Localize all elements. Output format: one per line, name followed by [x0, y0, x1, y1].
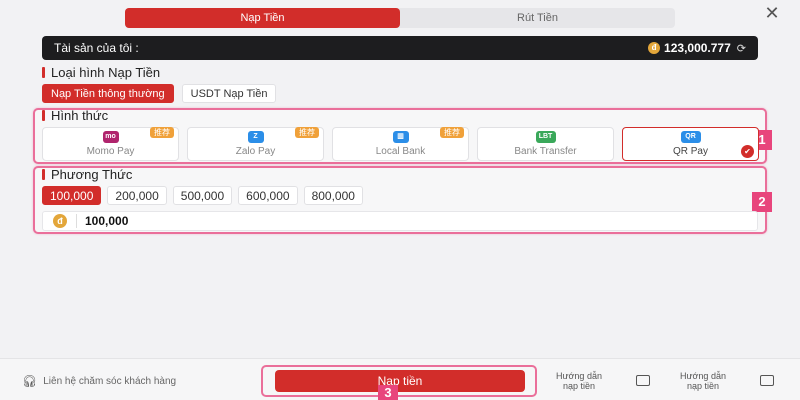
footer-bar: 🎧︎ Liên hệ chăm sóc khách hàng Nạp tiền … — [0, 358, 800, 400]
qr-pay-icon: QR — [680, 131, 701, 143]
amount-title: Phương Thức — [42, 167, 132, 182]
method-bank-transfer[interactable]: LBT Bank Transfer — [477, 127, 614, 161]
method-label: Momo Pay — [86, 146, 135, 157]
deposit-guide-link-2[interactable]: Hướng dẫn nạp tiền — [680, 371, 726, 391]
amount-preset-800000[interactable]: 800,000 — [303, 186, 363, 205]
method-momo-pay[interactable]: mo Momo Pay 推荐 — [42, 127, 179, 161]
assets-label: Tài sản của tôi : — [54, 41, 139, 55]
method-label: Bank Transfer — [514, 146, 577, 157]
recommended-tag: 推荐 — [295, 127, 319, 138]
method-local-bank[interactable]: ▥ Local Bank 推荐 — [332, 127, 469, 161]
support-label: Liên hệ chăm sóc khách hàng — [43, 375, 177, 387]
deposit-type-title: Loại hình Nạp Tiền — [42, 65, 160, 80]
method-zalo-pay[interactable]: Z Zalo Pay 推荐 — [187, 127, 324, 161]
amount-presets: 100,000 200,000 500,000 600,000 800,000 — [42, 186, 363, 205]
amount-preset-200000[interactable]: 200,000 — [107, 186, 167, 205]
method-label: Zalo Pay — [235, 146, 276, 157]
payment-methods: mo Momo Pay 推荐 Z Zalo Pay 推荐 ▥ Local Ban… — [42, 127, 759, 161]
deposit-submit-button[interactable]: Nạp tiền — [275, 370, 525, 392]
method-label: Local Bank — [375, 146, 426, 157]
coin-icon: đ — [648, 42, 661, 54]
recommended-tag: 推荐 — [440, 127, 464, 138]
method-label: QR Pay — [672, 146, 708, 157]
deposit-sheet: Nạp Tiền Rút Tiền ✕ Tài sản của tôi : đ … — [0, 0, 800, 400]
book-icon[interactable] — [636, 375, 650, 386]
guide-line1: Hướng dẫn — [556, 371, 602, 381]
selected-check-icon: ✔ — [741, 145, 754, 158]
guide-line2: nạp tiền — [562, 381, 595, 391]
customer-support-link[interactable]: 🎧︎ Liên hệ chăm sóc khách hàng — [22, 374, 176, 388]
headset-icon: 🎧︎ — [22, 374, 38, 388]
amount-input[interactable]: đ 100,000 — [42, 211, 758, 231]
coin-icon: đ — [53, 214, 67, 228]
recommended-tag: 推荐 — [150, 127, 174, 138]
assets-amount: 123,000.777 — [664, 41, 731, 55]
guide-line2: nạp tiền — [686, 381, 719, 391]
deposit-type-usdt[interactable]: USDT Nạp Tiền — [181, 84, 277, 103]
momo-icon: mo — [102, 131, 119, 143]
amount-value: 100,000 — [85, 214, 129, 228]
bank-transfer-icon: LBT — [535, 131, 556, 143]
tab-withdraw[interactable]: Rút Tiền — [400, 8, 675, 28]
refresh-icon[interactable]: ⟳ — [737, 42, 746, 55]
step-marker-3: 3 — [378, 385, 398, 400]
zalo-icon: Z — [247, 131, 264, 143]
assets-bar: Tài sản của tôi : đ 123,000.777 ⟳ — [42, 36, 758, 60]
submit-highlight: Nạp tiền — [261, 365, 537, 397]
deposit-type-normal[interactable]: Nạp Tiền thông thường — [42, 84, 174, 103]
deposit-guide-link-1[interactable]: Hướng dẫn nạp tiền — [556, 371, 602, 391]
amount-preset-100000[interactable]: 100,000 — [42, 186, 102, 205]
bank-icon: ▥ — [392, 131, 409, 143]
divider — [76, 214, 77, 228]
method-title: Hình thức — [42, 108, 108, 123]
close-icon[interactable]: ✕ — [762, 4, 782, 22]
amount-preset-500000[interactable]: 500,000 — [172, 186, 233, 205]
method-qr-pay[interactable]: QR QR Pay ✔ — [622, 127, 759, 161]
step-marker-2: 2 — [752, 192, 772, 212]
wallet-icon[interactable] — [760, 375, 774, 386]
amount-preset-600000[interactable]: 600,000 — [238, 186, 298, 205]
deposit-type-options: Nạp Tiền thông thường USDT Nạp Tiền — [42, 84, 277, 103]
deposit-withdraw-tabs: Nạp Tiền Rút Tiền — [125, 8, 675, 28]
guide-line1: Hướng dẫn — [680, 371, 726, 381]
tab-deposit[interactable]: Nạp Tiền — [125, 8, 400, 28]
